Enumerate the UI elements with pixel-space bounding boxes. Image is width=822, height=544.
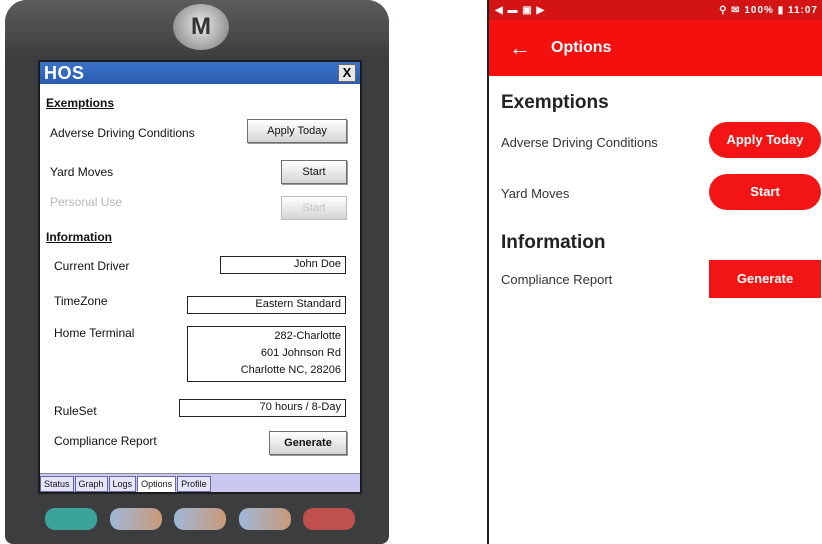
status-bar: ◀ ▬ ▣ ▶ ⚲ ✉ 100% ▮ 11:07: [489, 0, 822, 20]
appbar-title: Options: [551, 39, 612, 56]
adverse-driving-label: Adverse Driving Conditions: [50, 126, 195, 140]
information-heading: Information: [501, 232, 606, 253]
app-bar: ← Options: [489, 20, 822, 76]
hardware-key-3[interactable]: [238, 508, 291, 530]
yard-moves-start-button[interactable]: Start: [281, 160, 347, 184]
yard-moves-label: Yard Moves: [501, 186, 570, 201]
status-right-icons: ⚲ ✉ 100% ▮ 11:07: [719, 4, 818, 16]
tab-logs[interactable]: Logs: [108, 476, 137, 492]
android-phone: ◀ ▬ ▣ ▶ ⚲ ✉ 100% ▮ 11:07 ← Options Exemp…: [487, 0, 822, 544]
motorola-logo-icon: M: [173, 4, 229, 50]
red-hardware-key[interactable]: [303, 508, 355, 530]
timezone-field: Eastern Standard: [187, 296, 346, 314]
tab-options[interactable]: Options: [137, 476, 177, 492]
hardware-key-1[interactable]: [109, 508, 162, 530]
window-titlebar: HOS X: [40, 62, 360, 84]
green-hardware-key[interactable]: [45, 508, 97, 530]
tab-status[interactable]: Status: [40, 476, 74, 492]
tab-profile[interactable]: Profile: [177, 476, 211, 492]
handheld-device: M HOS X Exemptions Adverse Driving Condi…: [5, 0, 389, 544]
home-terminal-line2: 601 Johnson Rd: [260, 347, 341, 359]
status-left-icons: ◀ ▬ ▣ ▶: [495, 4, 546, 16]
back-arrow-icon[interactable]: ←: [489, 35, 551, 61]
tab-graph[interactable]: Graph: [74, 476, 108, 492]
timezone-label: TimeZone: [54, 294, 108, 308]
apply-today-button[interactable]: Apply Today: [247, 119, 347, 143]
windows-mobile-screen: HOS X Exemptions Adverse Driving Conditi…: [38, 60, 362, 494]
home-terminal-line3: Charlotte NC, 28206: [240, 364, 341, 376]
exemptions-heading: Exemptions: [501, 92, 609, 113]
generate-button[interactable]: Generate: [709, 260, 821, 298]
yard-moves-start-button[interactable]: Start: [709, 174, 821, 210]
generate-button[interactable]: Generate: [269, 431, 347, 455]
personal-use-label: Personal Use: [50, 195, 123, 209]
close-icon[interactable]: X: [338, 64, 356, 82]
yard-moves-label: Yard Moves: [50, 165, 114, 179]
information-heading: Information: [46, 230, 112, 244]
adverse-driving-label: Adverse Driving Conditions: [501, 135, 658, 150]
current-driver-field: John Doe: [220, 256, 346, 274]
home-terminal-line1: 282-Charlotte: [274, 330, 341, 342]
ruleset-field: 70 hours / 8-Day: [179, 399, 346, 417]
window-title: HOS: [44, 62, 85, 83]
compliance-report-label: Compliance Report: [501, 272, 613, 287]
hardware-keys: [45, 500, 355, 536]
current-driver-label: Current Driver: [54, 259, 130, 273]
exemptions-heading: Exemptions: [46, 96, 115, 110]
home-terminal-field: 282-Charlotte 601 Johnson Rd Charlotte N…: [187, 326, 346, 382]
tab-strip: Status Graph Logs Options Profile: [40, 473, 360, 492]
home-terminal-label: Home Terminal: [54, 326, 135, 340]
ruleset-label: RuleSet: [54, 404, 97, 418]
apply-today-button[interactable]: Apply Today: [709, 122, 821, 158]
personal-use-start-button[interactable]: Start: [281, 196, 347, 220]
hardware-key-2[interactable]: [174, 508, 226, 530]
compliance-report-label: Compliance Report: [54, 434, 157, 448]
